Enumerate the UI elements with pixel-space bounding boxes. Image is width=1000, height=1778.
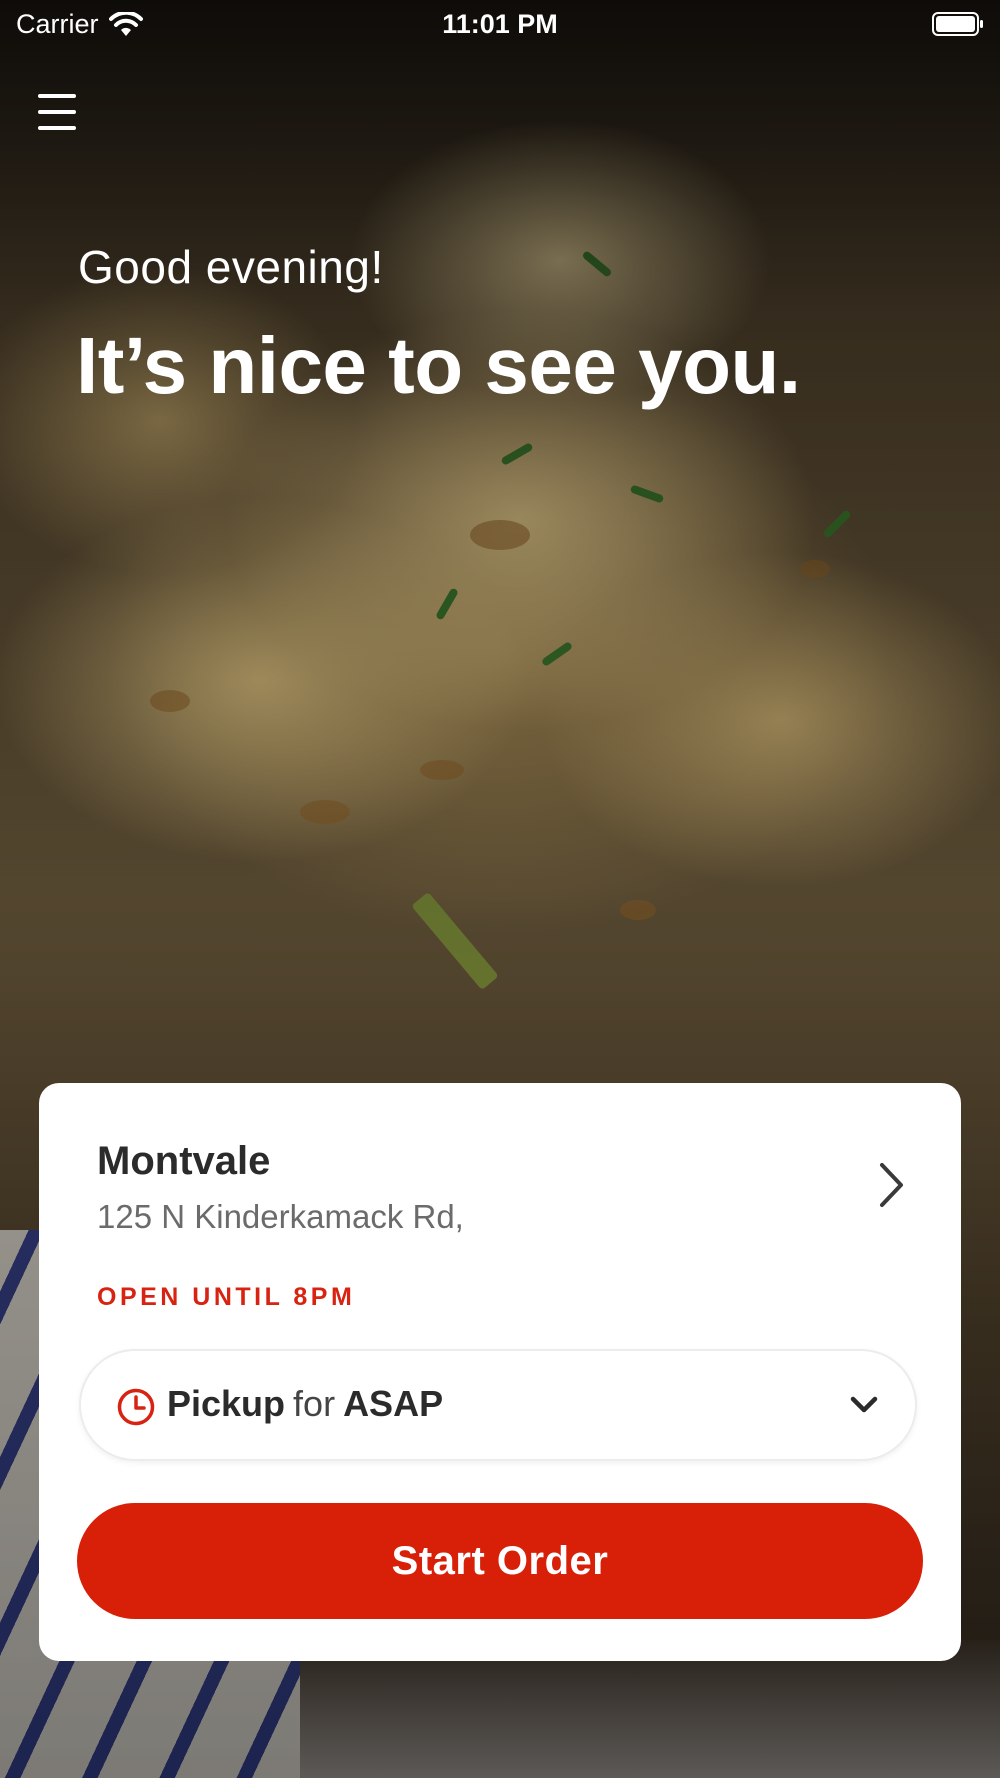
location-name: Montvale [97,1139,271,1183]
chevron-down-icon [850,1396,878,1413]
open-status-label: OPEN UNTIL 8PM [97,1283,356,1311]
status-bar: Carrier 11:01 PM [0,0,1000,50]
order-time: ASAP [343,1383,444,1424]
order-type-selector[interactable]: Pickup for ASAP [79,1349,917,1461]
welcome-headline: It’s nice to see you. [76,321,801,410]
order-type-text: Pickup for ASAP [167,1383,443,1425]
greeting-text: Good evening! [78,241,384,293]
location-address: 125 N Kinderkamack Rd, [97,1198,464,1235]
order-connector: for [293,1383,336,1424]
status-time: 11:01 PM [442,9,558,39]
battery-icon [932,12,983,36]
clock-icon [117,1388,155,1426]
start-order-button[interactable]: Start Order [77,1503,923,1619]
chevron-right-icon [880,1163,903,1207]
hamburger-menu-icon[interactable] [38,94,78,130]
location-card: Montvale 125 N Kinderkamack Rd, OPEN UNT… [39,1083,961,1661]
order-mode: Pickup [167,1383,286,1424]
app-screen: Carrier 11:01 PM Good evening! It’s nice… [0,0,1000,1778]
location-selector[interactable]: Montvale 125 N Kinderkamack Rd, [39,1083,961,1293]
